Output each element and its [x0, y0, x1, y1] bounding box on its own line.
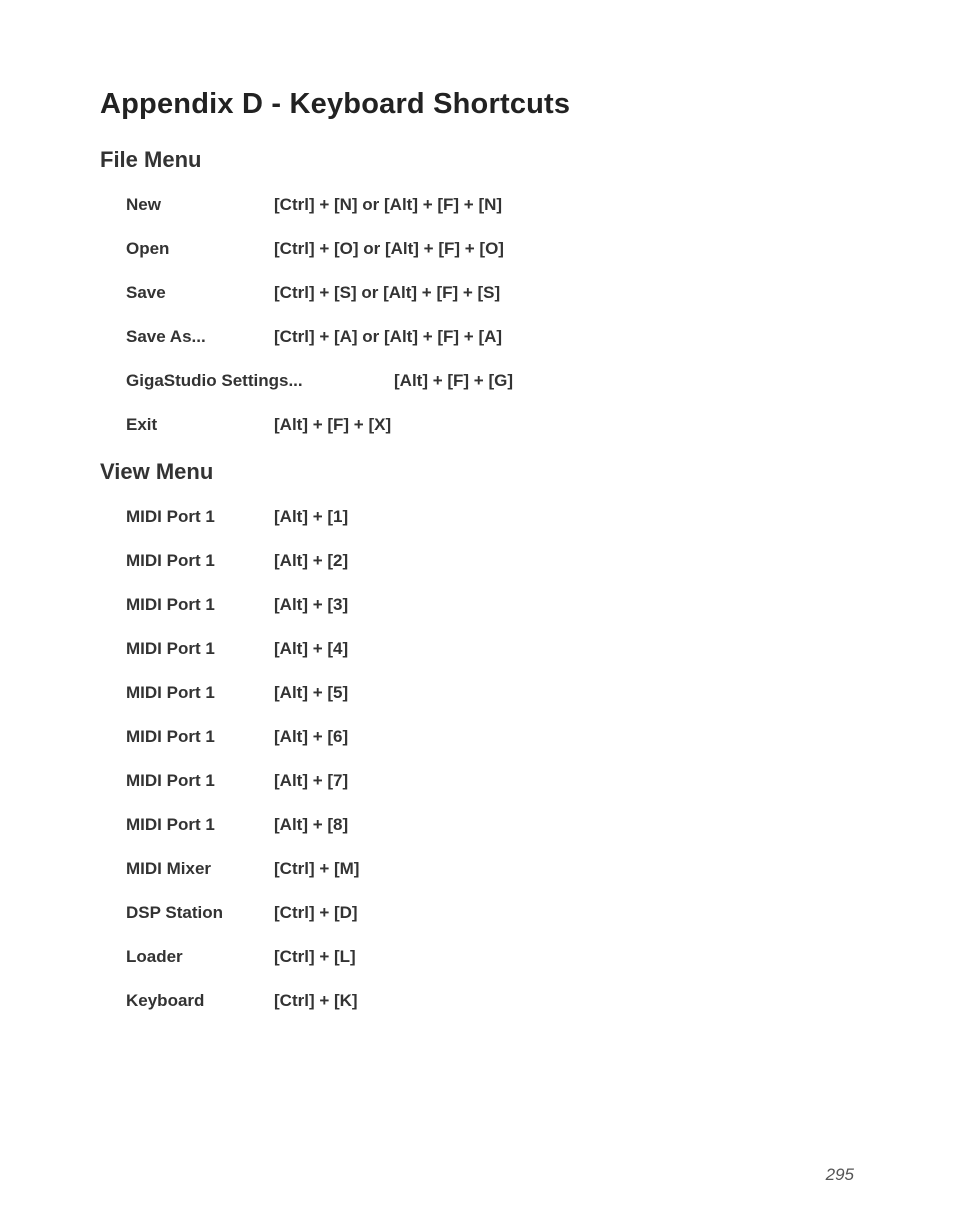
shortcut-label: MIDI Port 1	[126, 551, 274, 571]
shortcut-label: MIDI Port 1	[126, 815, 274, 835]
shortcut-value: [Alt] + [5]	[274, 683, 854, 703]
shortcut-row: MIDI Port 1 [Alt] + [8]	[100, 815, 854, 835]
section-heading: View Menu	[100, 459, 854, 485]
shortcut-value: [Alt] + [4]	[274, 639, 854, 659]
shortcut-row: Save As... [Ctrl] + [A] or [Alt] + [F] +…	[100, 327, 854, 347]
shortcut-row: Keyboard [Ctrl] + [K]	[100, 991, 854, 1011]
shortcut-label: MIDI Mixer	[126, 859, 274, 879]
shortcut-value: [Alt] + [7]	[274, 771, 854, 791]
shortcut-row: MIDI Port 1 [Alt] + [4]	[100, 639, 854, 659]
shortcut-label: Save As...	[126, 327, 274, 347]
shortcut-row: MIDI Port 1 [Alt] + [1]	[100, 507, 854, 527]
shortcut-value: [Ctrl] + [O] or [Alt] + [F] + [O]	[274, 239, 854, 259]
shortcut-label: Exit	[126, 415, 274, 435]
shortcut-label: Save	[126, 283, 274, 303]
shortcut-row: DSP Station [Ctrl] + [D]	[100, 903, 854, 923]
shortcut-row: New [Ctrl] + [N] or [Alt] + [F] + [N]	[100, 195, 854, 215]
shortcut-value: [Alt] + [3]	[274, 595, 854, 615]
shortcut-value: [Alt] + [2]	[274, 551, 854, 571]
shortcut-label: GigaStudio Settings...	[126, 371, 394, 391]
shortcut-row: MIDI Port 1 [Alt] + [3]	[100, 595, 854, 615]
shortcut-value: [Alt] + [6]	[274, 727, 854, 747]
shortcut-value: [Ctrl] + [S] or [Alt] + [F] + [S]	[274, 283, 854, 303]
shortcut-label: New	[126, 195, 274, 215]
document-page: Appendix D - Keyboard Shortcuts File Men…	[0, 0, 954, 1227]
page-number: 295	[826, 1165, 854, 1185]
shortcut-value: [Alt] + [8]	[274, 815, 854, 835]
shortcut-row: GigaStudio Settings... [Alt] + [F] + [G]	[100, 371, 854, 391]
shortcut-row: Save [Ctrl] + [S] or [Alt] + [F] + [S]	[100, 283, 854, 303]
section-file-menu: File Menu New [Ctrl] + [N] or [Alt] + [F…	[100, 147, 854, 435]
shortcut-label: Open	[126, 239, 274, 259]
section-view-menu: View Menu MIDI Port 1 [Alt] + [1] MIDI P…	[100, 459, 854, 1011]
shortcut-value: [Ctrl] + [N] or [Alt] + [F] + [N]	[274, 195, 854, 215]
shortcut-row: Open [Ctrl] + [O] or [Alt] + [F] + [O]	[100, 239, 854, 259]
shortcut-label: MIDI Port 1	[126, 683, 274, 703]
shortcut-row: Exit [Alt] + [F] + [X]	[100, 415, 854, 435]
shortcut-label: Keyboard	[126, 991, 274, 1011]
shortcut-row: MIDI Port 1 [Alt] + [7]	[100, 771, 854, 791]
shortcut-value: [Alt] + [F] + [G]	[394, 371, 854, 391]
shortcut-label: DSP Station	[126, 903, 274, 923]
shortcut-value: [Ctrl] + [M]	[274, 859, 854, 879]
shortcut-value: [Ctrl] + [L]	[274, 947, 854, 967]
shortcut-row: Loader [Ctrl] + [L]	[100, 947, 854, 967]
shortcut-row: MIDI Port 1 [Alt] + [2]	[100, 551, 854, 571]
shortcut-value: [Alt] + [F] + [X]	[274, 415, 854, 435]
shortcut-label: MIDI Port 1	[126, 639, 274, 659]
shortcut-row: MIDI Port 1 [Alt] + [5]	[100, 683, 854, 703]
shortcut-label: MIDI Port 1	[126, 507, 274, 527]
shortcut-value: [Ctrl] + [D]	[274, 903, 854, 923]
shortcut-value: [Ctrl] + [A] or [Alt] + [F] + [A]	[274, 327, 854, 347]
shortcut-value: [Ctrl] + [K]	[274, 991, 854, 1011]
section-heading: File Menu	[100, 147, 854, 173]
shortcut-row: MIDI Mixer [Ctrl] + [M]	[100, 859, 854, 879]
shortcut-label: Loader	[126, 947, 274, 967]
shortcut-label: MIDI Port 1	[126, 595, 274, 615]
shortcut-label: MIDI Port 1	[126, 771, 274, 791]
shortcut-value: [Alt] + [1]	[274, 507, 854, 527]
page-title: Appendix D - Keyboard Shortcuts	[100, 88, 854, 121]
shortcut-label: MIDI Port 1	[126, 727, 274, 747]
shortcut-row: MIDI Port 1 [Alt] + [6]	[100, 727, 854, 747]
